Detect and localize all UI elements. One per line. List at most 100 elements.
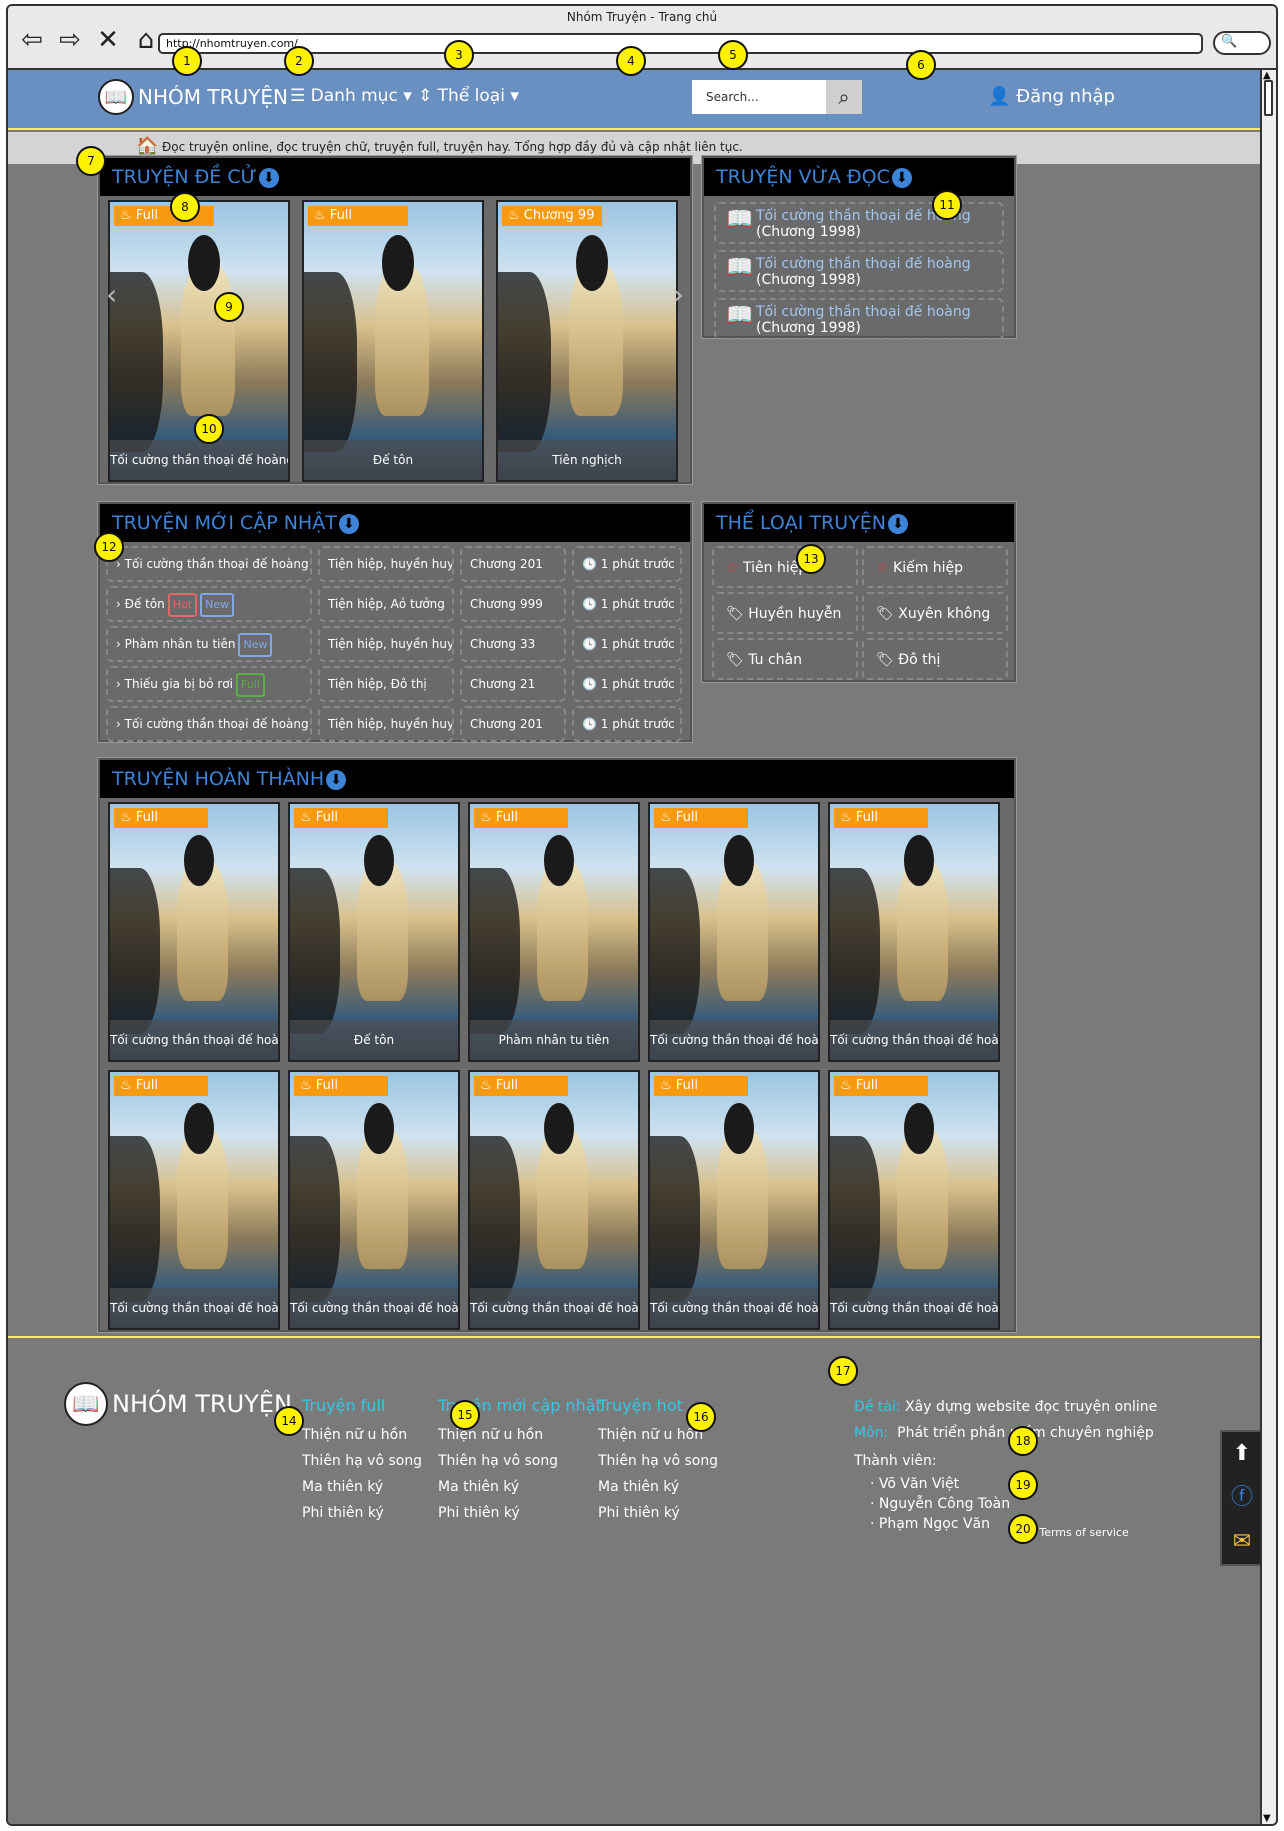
footer-column-heading[interactable]: Truyện full	[302, 1396, 422, 1415]
badge-label: Full	[855, 1078, 879, 1093]
footer-link[interactable]: Thiên hạ vô song	[598, 1453, 718, 1469]
home-icon[interactable]: ⌂	[132, 26, 160, 54]
back-icon[interactable]: ⇦	[18, 26, 46, 54]
footer-link[interactable]: Phi thiên ký	[438, 1505, 602, 1521]
genres-menu[interactable]: ⇕ Thể loại ▾	[418, 86, 519, 106]
download-icon[interactable]: ⬇	[338, 514, 359, 534]
update-name-cell[interactable]: › Phàm nhân tu tiên New	[106, 626, 312, 662]
completed-card[interactable]: ♨ Full Tối cường thần thoại đế hoàng	[468, 1070, 640, 1330]
completed-card[interactable]: ♨ Full Tối cường thần thoại đế hoàng	[108, 1070, 280, 1330]
search-button[interactable]: ⌕	[826, 80, 862, 114]
completed-card[interactable]: ♨ Full Tối cường thần thoại đế hoàng	[828, 1070, 1000, 1330]
footer-link[interactable]: Ma thiên ký	[598, 1479, 718, 1495]
completed-card[interactable]: ♨ Full Tối cường thần thoại đế hoàng	[648, 802, 820, 1062]
tag-icon: 🏷	[726, 606, 744, 622]
completed-card[interactable]: ♨ Full Tối cường thần thoại đế hoàng	[648, 1070, 820, 1330]
search-icon: 🔍	[1221, 34, 1238, 49]
download-icon[interactable]: ⬇	[887, 514, 908, 534]
cover-art	[498, 271, 552, 453]
recent-item[interactable]: 📖 Tối cường thần thoại đế hoàng (Chương 19…	[714, 250, 1004, 292]
download-icon[interactable]: ⬇	[258, 168, 279, 188]
status-badge: ♨ Full	[294, 808, 389, 828]
mail-icon[interactable]: ✉	[1222, 1520, 1262, 1564]
completed-card[interactable]: ♨ Full Tối cường thần thoại đế hoàng	[288, 1070, 460, 1330]
update-chapter-cell[interactable]: Chương 201	[460, 706, 566, 742]
footer-link[interactable]: Thiên hạ vô song	[438, 1453, 602, 1469]
update-chapter-cell[interactable]: Chương 21	[460, 666, 566, 702]
recommended-card[interactable]: ♨ Full Đế tôn	[302, 200, 484, 482]
genre-item[interactable]: 🏷 Đô thị	[862, 638, 1008, 680]
prev-arrow-icon[interactable]: ‹	[106, 278, 117, 311]
update-time-cell: 🕓 1 phút trước	[572, 626, 682, 662]
update-chapter: Chương 201	[470, 717, 543, 731]
terms-link[interactable]: ⚙ Terms of service	[1026, 1526, 1129, 1539]
update-name-cell[interactable]: › Tối cường thần thoại đế hoàng	[106, 706, 312, 742]
footer-link[interactable]: Thiên hạ vô song	[302, 1453, 422, 1469]
completed-card[interactable]: ♨ Full Đế tôn	[288, 802, 460, 1062]
search-input[interactable]: Search...	[692, 80, 826, 114]
update-name-cell[interactable]: › Đế tôn Hot New	[106, 586, 312, 622]
badge-label: Full	[495, 1078, 519, 1093]
categories-menu[interactable]: ☰ Danh mục ▾	[290, 86, 412, 106]
updates-title: TRUYỆN MỚI CẬP NHẬT	[112, 512, 337, 534]
forward-icon[interactable]: ⇨	[56, 26, 84, 54]
footer-link[interactable]: Ma thiên ký	[302, 1479, 422, 1495]
updates-panel: TRUYỆN MỚI CẬP NHẬT ⬇ › Tối cường thần th…	[97, 501, 693, 743]
genre-item[interactable]: 🏷 Xuyên không	[862, 592, 1008, 634]
next-arrow-icon[interactable]: ›	[673, 278, 684, 311]
update-name-cell[interactable]: › Thiếu gia bị bỏ rơi Full	[106, 666, 312, 702]
address-bar[interactable]: http://nhomtruyen.com/	[158, 33, 1203, 54]
footer-logo[interactable]: 📖 NHÓM TRUYỆN	[64, 1382, 292, 1426]
completed-card[interactable]: ♨ Full Tối cường thần thoại đế hoàng	[828, 802, 1000, 1062]
cover-art	[650, 1136, 701, 1303]
recommended-card[interactable]: ♨ Chương 99 Tiên nghịch	[496, 200, 678, 482]
genre-item[interactable]: 🏷 Huyền huyễn	[712, 592, 858, 634]
update-chapter-cell[interactable]: Chương 201	[460, 546, 566, 582]
completed-card[interactable]: ♨ Full Phàm nhân tu tiên	[468, 802, 640, 1062]
footer-link[interactable]: Thiện nữ u hồn	[302, 1427, 422, 1443]
footer-link[interactable]: Phi thiên ký	[598, 1505, 718, 1521]
recent-item-title[interactable]: Tối cường thần thoại đế hoàng	[756, 256, 1002, 272]
recent-item[interactable]: 📖 Tối cường thần thoại đế hoàng (Chương 19…	[714, 298, 1004, 340]
download-icon[interactable]: ⬇	[326, 770, 347, 790]
update-chapter-cell[interactable]: Chương 999	[460, 586, 566, 622]
recent-title: TRUYỆN VỪA ĐỌC	[716, 166, 890, 188]
recent-item-title[interactable]: Tối cường thần thoại đế hoàng	[756, 208, 1002, 224]
genre-item[interactable]: ☆ Tiên hiệp	[712, 546, 858, 588]
status-badge: ♨ Full	[834, 808, 929, 828]
brand-logo[interactable]: 📖 NHÓM TRUYỆN	[98, 79, 288, 115]
vertical-scrollbar[interactable]: ▲ ▼	[1260, 70, 1276, 1824]
cover-figure-hair	[543, 834, 575, 886]
cover-figure-hair	[723, 834, 755, 886]
recent-header: TRUYỆN VỪA ĐỌC ⬇	[704, 158, 1014, 196]
fire-icon: ♨	[120, 810, 132, 825]
update-name-cell[interactable]: › Tối cường thần thoại đế hoàng	[106, 546, 312, 582]
scroll-thumb[interactable]	[1264, 80, 1273, 116]
genre-item[interactable]: 🏷 Tu chân	[712, 638, 858, 680]
card-title: Đế tôn	[290, 1020, 458, 1060]
notice-text: Đọc truyện online, đọc truyện chữ, truyệ…	[162, 140, 743, 154]
members-label: Thành viên:	[854, 1453, 937, 1469]
cover-art	[304, 271, 358, 453]
project-info: Đề tài: Xây dựng website đọc truyện onli…	[854, 1394, 1157, 1534]
annotation-marker: 8	[170, 192, 200, 222]
scroll-top-icon[interactable]: ⬆	[1222, 1432, 1262, 1476]
card-title: Tối cường thần thoại đế hoàng	[830, 1020, 998, 1060]
genre-item[interactable]: ☆ Kiếm hiệp	[862, 546, 1008, 588]
facebook-icon[interactable]: ⓕ	[1222, 1476, 1262, 1520]
update-chapter-cell[interactable]: Chương 33	[460, 626, 566, 662]
annotation-marker: 20	[1008, 1514, 1038, 1544]
cover-art	[650, 868, 701, 1035]
recent-item-title[interactable]: Tối cường thần thoại đế hoàng	[756, 304, 1002, 320]
badge-label: Full	[675, 1078, 699, 1093]
close-icon[interactable]: ✕	[94, 26, 122, 54]
login-button[interactable]: 👤 Đăng nhập	[988, 86, 1115, 107]
scroll-down-icon[interactable]: ▼	[1263, 1813, 1271, 1824]
browser-search[interactable]: 🔍	[1213, 31, 1271, 55]
footer-link[interactable]: Ma thiên ký	[438, 1479, 602, 1495]
badge-label: Full	[135, 208, 159, 223]
footer-link[interactable]: Phi thiên ký	[302, 1505, 422, 1521]
download-icon[interactable]: ⬇	[891, 168, 912, 188]
annotation-marker: 2	[284, 46, 314, 76]
completed-card[interactable]: ♨ Full Tối cường thần thoại đế hoàng	[108, 802, 280, 1062]
